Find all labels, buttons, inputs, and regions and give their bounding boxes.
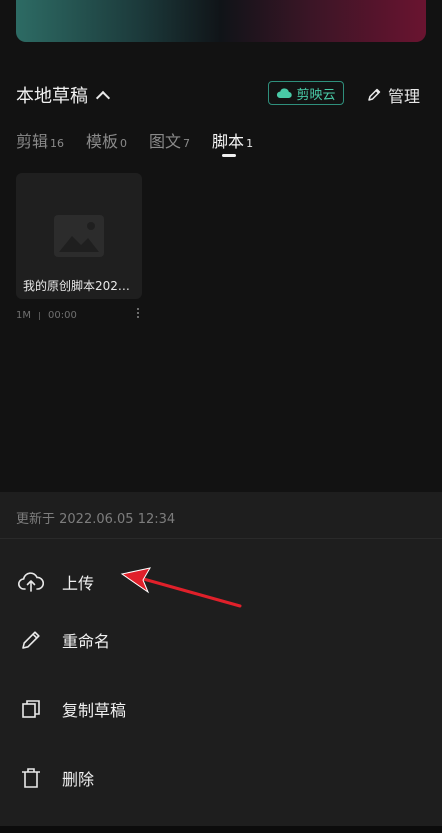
tab-template[interactable]: 模板 0 xyxy=(86,128,127,152)
manage-button[interactable]: 管理 xyxy=(366,83,420,107)
chevron-up-icon xyxy=(95,90,111,106)
tab-count: 7 xyxy=(183,137,191,150)
more-options-icon[interactable] xyxy=(136,308,140,318)
tab-count: 0 xyxy=(120,137,128,150)
tab-count: 16 xyxy=(50,137,65,150)
draft-card[interactable]: 我的原创脚本202… 1M 00:00 xyxy=(16,173,142,321)
draft-duration: 00:00 xyxy=(48,310,77,321)
rename-label: 重命名 xyxy=(62,632,111,651)
cloud-upload-icon xyxy=(18,569,44,595)
copy-icon xyxy=(18,696,44,722)
annotation-arrow-icon xyxy=(120,567,242,608)
section-title-local-drafts[interactable]: 本地草稿 xyxy=(16,82,111,108)
delete-action[interactable]: 删除 xyxy=(0,748,442,808)
bottom-edge xyxy=(0,826,442,833)
tab-edit[interactable]: 剪辑 16 xyxy=(16,128,64,152)
updated-time: 更新于 2022.06.05 12:34 xyxy=(16,512,176,527)
cloud-icon xyxy=(277,88,293,99)
copy-draft-action[interactable]: 复制草稿 xyxy=(0,679,442,739)
draft-title: 我的原创脚本202… xyxy=(23,279,130,293)
copy-draft-label: 复制草稿 xyxy=(62,701,127,720)
tab-label: 图文 xyxy=(149,132,182,151)
pencil-icon xyxy=(368,88,381,101)
rename-action[interactable]: 重命名 xyxy=(0,610,442,670)
upload-label: 上传 xyxy=(62,574,95,593)
cloud-button[interactable]: 剪映云 xyxy=(268,81,344,105)
create-banner[interactable] xyxy=(16,0,426,42)
draft-thumbnail[interactable]: 我的原创脚本202… xyxy=(16,173,142,299)
draft-meta: 1M 00:00 xyxy=(16,308,142,321)
tab-image-text[interactable]: 图文 7 xyxy=(149,128,190,152)
tab-label: 脚本 xyxy=(212,132,245,151)
section-title-label: 本地草稿 xyxy=(16,86,88,107)
draft-tabs: 剪辑 16 模板 0 图文 7 脚本 1 xyxy=(16,128,275,157)
app-screen: 本地草稿 剪映云 管理 剪辑 16 模板 0 图文 7 脚本 1 我的原创脚本2… xyxy=(0,0,442,833)
manage-label: 管理 xyxy=(388,87,421,106)
cloud-button-label: 剪映云 xyxy=(296,87,336,103)
meta-divider xyxy=(39,311,40,320)
draft-size: 1M xyxy=(16,310,31,321)
tab-label: 剪辑 xyxy=(16,132,49,151)
sheet-divider xyxy=(0,538,442,539)
pencil-icon xyxy=(18,627,44,653)
trash-icon xyxy=(18,765,44,791)
tab-label: 模板 xyxy=(86,132,119,151)
tab-count: 1 xyxy=(246,137,254,150)
image-placeholder-icon xyxy=(54,215,104,257)
tab-script[interactable]: 脚本 1 xyxy=(212,128,254,157)
delete-label: 删除 xyxy=(62,770,95,789)
